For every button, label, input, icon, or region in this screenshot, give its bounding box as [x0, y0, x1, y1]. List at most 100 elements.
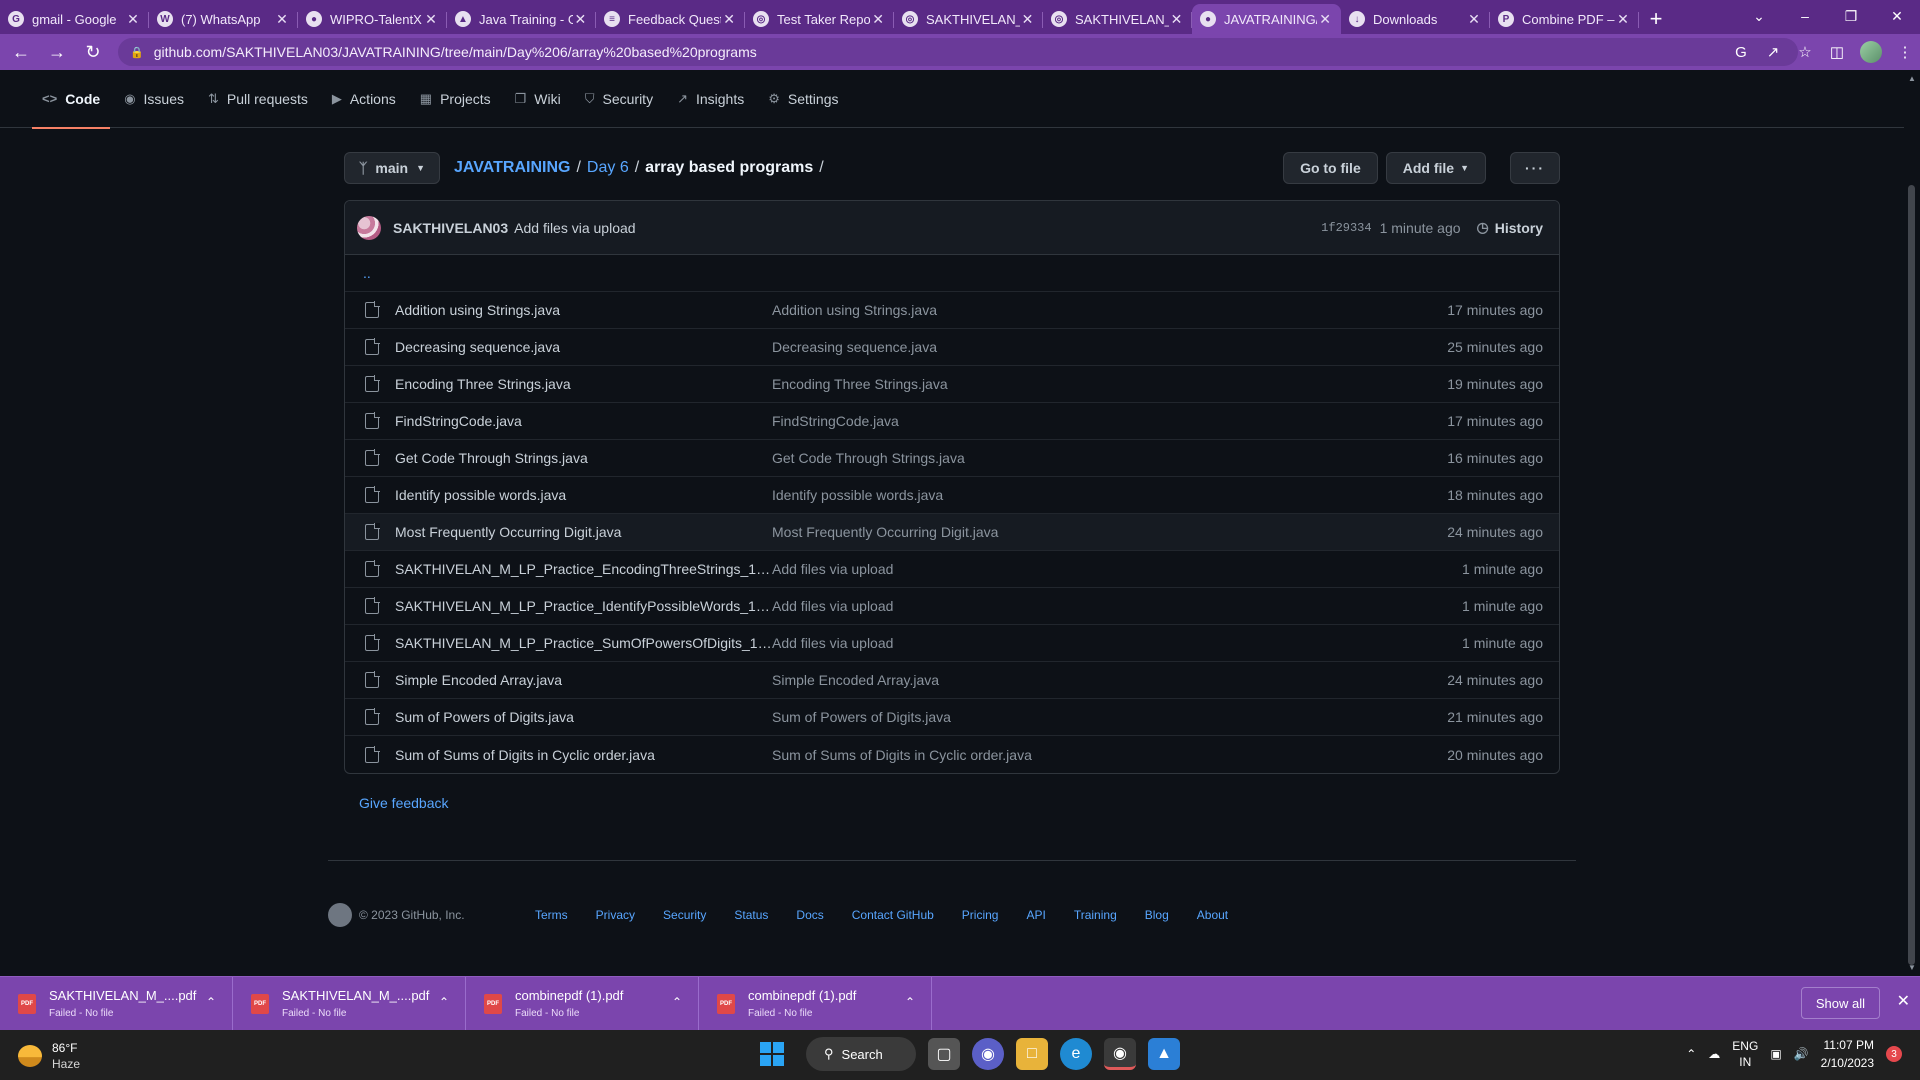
footer-link-terms[interactable]: Terms: [535, 908, 568, 922]
tab-search-icon[interactable]: ⌄: [1736, 0, 1782, 32]
commit-message-link[interactable]: Encoding Three Strings.java: [772, 376, 1447, 392]
commit-message-link[interactable]: Add files via upload: [772, 598, 1462, 614]
chrome-icon[interactable]: ◉: [1104, 1038, 1136, 1070]
more-options-button[interactable]: ···: [1510, 152, 1560, 184]
close-tab-icon[interactable]: ✕: [1317, 11, 1333, 28]
download-item[interactable]: PDF combinepdf (1).pdf Failed - No file ⌃: [466, 976, 699, 1031]
browser-tab[interactable]: ● WIPRO-TalentX ✕: [298, 4, 447, 34]
footer-link-pricing[interactable]: Pricing: [962, 908, 999, 922]
file-name-link[interactable]: Sum of Powers of Digits.java: [395, 709, 772, 725]
browser-tab[interactable]: Ggmail - Google ✕: [0, 4, 149, 34]
teams-chat-icon[interactable]: ◉: [972, 1038, 1004, 1070]
commit-message-link[interactable]: Decreasing sequence.java: [772, 339, 1447, 355]
language-indicator[interactable]: ENG IN: [1732, 1038, 1758, 1070]
breadcrumb-repo-link[interactable]: JAVATRAINING: [454, 159, 570, 177]
close-tab-icon[interactable]: ✕: [1020, 11, 1035, 28]
tab-code[interactable]: <> Code: [32, 70, 111, 129]
footer-link-security[interactable]: Security: [663, 908, 706, 922]
tab-security[interactable]: ⛉ Security: [575, 70, 663, 128]
file-name-link[interactable]: Sum of Sums of Digits in Cyclic order.ja…: [395, 747, 772, 763]
side-panel-icon[interactable]: ◫: [1828, 43, 1846, 61]
branch-select-button[interactable]: ᛉ main ▼: [344, 152, 441, 184]
file-row[interactable]: Encoding Three Strings.java Encoding Thre…: [345, 366, 1559, 403]
file-row[interactable]: SAKTHIVELAN_M_LP_Practice_EncodingThreeS…: [345, 551, 1559, 588]
show-hidden-icons[interactable]: ⌃: [1686, 1047, 1696, 1061]
file-row[interactable]: Sum of Sums of Digits in Cyclic order.ja…: [345, 736, 1559, 773]
file-name-link[interactable]: Most Frequently Occurring Digit.java: [395, 524, 772, 540]
commit-message-link[interactable]: Most Frequently Occurring Digit.java: [772, 524, 1447, 540]
weather-widget[interactable]: 86°F Haze: [18, 1041, 80, 1071]
file-row[interactable]: SAKTHIVELAN_M_LP_Practice_IdentifyPossib…: [345, 588, 1559, 625]
commit-sha[interactable]: 1f29334: [1321, 221, 1371, 235]
close-tab-icon[interactable]: ✕: [721, 11, 737, 28]
commit-message[interactable]: Add files via upload: [514, 220, 635, 236]
close-window-icon[interactable]: ✕: [1874, 0, 1920, 32]
browser-tab[interactable]: ◎ SAKTHIVELAN_I ✕: [1043, 4, 1192, 34]
close-tab-icon[interactable]: ✕: [423, 11, 439, 28]
tab-settings[interactable]: ⚙ Settings: [758, 70, 848, 128]
download-item[interactable]: PDF SAKTHIVELAN_M_....pdf Failed - No file…: [233, 976, 466, 1031]
footer-link-about[interactable]: About: [1197, 908, 1228, 922]
browser-tab[interactable]: ● JAVATRAINING/✕: [1192, 4, 1341, 34]
commit-message-link[interactable]: Simple Encoded Array.java: [772, 672, 1447, 688]
breadcrumb-folder-link[interactable]: Day 6: [587, 159, 629, 177]
footer-link-docs[interactable]: Docs: [796, 908, 823, 922]
tab-issues[interactable]: ◉ Issues: [114, 70, 194, 128]
file-row[interactable]: Addition using Strings.java Addition usin…: [345, 292, 1559, 329]
scrollbar-thumb[interactable]: [1908, 185, 1915, 965]
commit-message-link[interactable]: Get Code Through Strings.java: [772, 450, 1447, 466]
file-name-link[interactable]: Identify possible words.java: [395, 487, 772, 503]
close-tab-icon[interactable]: ✕: [274, 11, 290, 28]
scroll-down-icon[interactable]: ▼: [1908, 963, 1916, 972]
footer-link-contact-github[interactable]: Contact GitHub: [852, 908, 934, 922]
volume-icon[interactable]: 🔊: [1794, 1047, 1809, 1061]
notification-badge[interactable]: 3: [1886, 1046, 1902, 1062]
photos-app-icon[interactable]: ▲: [1148, 1038, 1180, 1070]
parent-directory-link[interactable]: ..: [345, 255, 1559, 292]
file-name-link[interactable]: Addition using Strings.java: [395, 302, 772, 318]
task-view-icon[interactable]: ▢: [928, 1038, 960, 1070]
chevron-up-icon[interactable]: ⌃: [905, 995, 915, 1009]
commit-message-link[interactable]: Add files via upload: [772, 635, 1462, 651]
forward-icon[interactable]: →: [42, 37, 72, 67]
display-icon[interactable]: ▣: [1770, 1047, 1781, 1061]
footer-link-training[interactable]: Training: [1074, 908, 1117, 922]
file-row[interactable]: Identify possible words.java Identify pos…: [345, 477, 1559, 514]
browser-menu-icon[interactable]: ⋮: [1896, 43, 1914, 61]
scroll-up-icon[interactable]: ▲: [1908, 74, 1916, 83]
browser-tab[interactable]: ◎ Test Taker Repo ✕: [745, 4, 894, 34]
close-tab-icon[interactable]: ✕: [1169, 11, 1184, 28]
browser-tab[interactable]: P Combine PDF – ✕: [1490, 4, 1639, 34]
page-scrollbar[interactable]: ▲ ▼: [1904, 70, 1920, 976]
give-feedback-link[interactable]: Give feedback: [359, 795, 449, 811]
file-row[interactable]: Most Frequently Occurring Digit.java Most…: [345, 514, 1559, 551]
download-item[interactable]: PDF combinepdf (1).pdf Failed - No file ⌃: [699, 976, 932, 1031]
reload-icon[interactable]: ↻: [78, 37, 108, 67]
tab-pull-requests[interactable]: ⇅ Pull requests: [198, 70, 318, 128]
profile-avatar[interactable]: [1860, 41, 1882, 63]
close-tab-icon[interactable]: ✕: [125, 11, 141, 28]
close-tab-icon[interactable]: ✕: [870, 11, 886, 28]
close-tab-icon[interactable]: ✕: [1466, 11, 1482, 28]
file-row[interactable]: Sum of Powers of Digits.java Sum of Power…: [345, 699, 1559, 736]
windows-start-icon[interactable]: [760, 1042, 784, 1066]
file-explorer-icon[interactable]: □: [1016, 1038, 1048, 1070]
close-downloads-icon[interactable]: ✕: [1897, 991, 1910, 1011]
footer-link-status[interactable]: Status: [734, 908, 768, 922]
close-tab-icon[interactable]: ✕: [1615, 11, 1631, 28]
file-row[interactable]: Decreasing sequence.java Decreasing seque…: [345, 329, 1559, 366]
commit-message-link[interactable]: Sum of Sums of Digits in Cyclic order.ja…: [772, 747, 1447, 763]
tab-projects[interactable]: ▦ Projects: [410, 70, 501, 128]
footer-link-blog[interactable]: Blog: [1145, 908, 1169, 922]
file-name-link[interactable]: Simple Encoded Array.java: [395, 672, 772, 688]
chevron-up-icon[interactable]: ⌃: [206, 995, 216, 1009]
file-name-link[interactable]: SAKTHIVELAN_M_LP_Practice_EncodingThreeS…: [395, 561, 772, 577]
footer-link-api[interactable]: API: [1026, 908, 1045, 922]
file-name-link[interactable]: SAKTHIVELAN_M_LP_Practice_IdentifyPossib…: [395, 598, 772, 614]
file-row[interactable]: Get Code Through Strings.java Get Code Th…: [345, 440, 1559, 477]
commit-message-link[interactable]: Identify possible words.java: [772, 487, 1447, 503]
file-name-link[interactable]: FindStringCode.java: [395, 413, 772, 429]
show-all-button[interactable]: Show all: [1800, 987, 1880, 1019]
browser-tab[interactable]: W (7) WhatsApp ✕: [149, 4, 298, 34]
google-lens-icon[interactable]: G: [1732, 44, 1750, 61]
